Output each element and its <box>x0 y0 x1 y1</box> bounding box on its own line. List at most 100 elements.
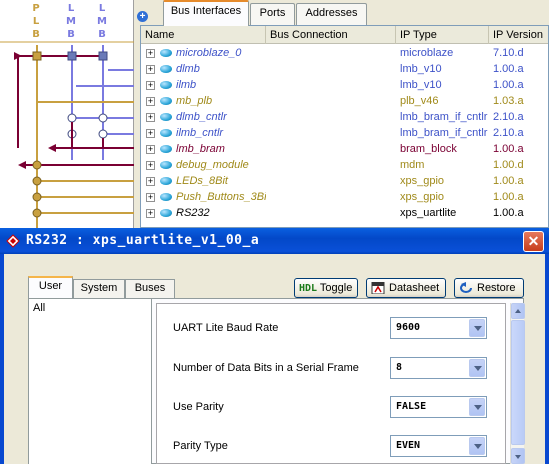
cell-ip-version: 7.10.d <box>493 47 524 59</box>
cell-ip-version: 1.03.a <box>493 95 524 107</box>
group-item-all[interactable]: All <box>33 302 45 314</box>
hdl-toggle-button[interactable]: HDL Toggle <box>294 278 358 298</box>
table-row[interactable]: + ilmb lmb_v10 1.00.a <box>141 77 548 93</box>
tab-system[interactable]: System <box>73 279 125 298</box>
cell-ip-version: 1.00.a <box>493 79 524 91</box>
expand-icon[interactable]: + <box>146 65 155 74</box>
table-row[interactable]: + mb_plb plb_v46 1.03.a <box>141 93 548 109</box>
parity-type-select[interactable]: EVEN <box>390 435 487 457</box>
cell-ip-version: 1.00.a <box>493 175 524 187</box>
param-label: Use Parity <box>173 401 224 413</box>
ip-core-icon <box>160 161 172 169</box>
combo-value: FALSE <box>396 401 427 412</box>
datasheet-button[interactable]: Datasheet <box>366 278 446 298</box>
ip-core-icon <box>160 65 172 73</box>
tab-bus-interfaces[interactable]: Bus Interfaces <box>163 0 249 26</box>
expand-icon[interactable]: + <box>146 129 155 138</box>
scroll-down-button[interactable] <box>511 448 525 464</box>
cell-ip-type: lmb_bram_if_cntlr <box>400 111 488 123</box>
expand-icon[interactable]: + <box>146 209 155 218</box>
cell-ip-type: xps_uartlite <box>400 207 457 219</box>
bus-connection-graphic <box>0 41 134 228</box>
table-row[interactable]: + Push_Buttons_3Bit xps_gpio 1.00.a <box>141 189 548 205</box>
cell-name: lmb_bram <box>176 143 225 155</box>
ip-core-icon <box>160 193 172 201</box>
expand-icon[interactable]: + <box>146 49 155 58</box>
tab-ports[interactable]: Ports <box>250 3 295 25</box>
table-header: Name Bus Connection IP Type IP Version <box>141 26 548 44</box>
dialog-title: RS232 : xps_uartlite_v1_00_a <box>26 233 260 248</box>
top-tab-strip: Bus Interfaces Ports Addresses <box>137 0 549 26</box>
tab-addresses[interactable]: Addresses <box>296 3 367 25</box>
cell-name: Push_Buttons_3Bit <box>176 191 266 203</box>
dialog-frame-left <box>0 254 4 464</box>
param-row-use-parity: Use Parity FALSE <box>157 393 497 423</box>
close-button[interactable]: ✕ <box>523 231 544 252</box>
cell-ip-version: 2.10.a <box>493 111 524 123</box>
expand-icon[interactable]: + <box>146 193 155 202</box>
chevron-down-icon[interactable] <box>469 398 485 416</box>
cell-ip-type: bram_block <box>400 143 457 155</box>
cell-name: microblaze_0 <box>176 47 242 59</box>
ip-core-icon <box>160 49 172 57</box>
cell-ip-type: xps_gpio <box>400 191 445 203</box>
expand-icon[interactable]: + <box>146 97 155 106</box>
expand-icon[interactable]: + <box>146 161 155 170</box>
param-label: Parity Type <box>173 440 228 452</box>
ip-core-icon <box>160 97 172 105</box>
expand-icon[interactable]: + <box>146 113 155 122</box>
param-label: Number of Data Bits in a Serial Frame <box>173 362 359 374</box>
expand-icon[interactable]: + <box>146 145 155 154</box>
ip-core-icon <box>160 113 172 121</box>
app-icon <box>6 234 20 248</box>
param-row-data-bits: Number of Data Bits in a Serial Frame 8 <box>157 354 497 384</box>
table-row[interactable]: + ilmb_cntlr lmb_bram_if_cntlr 2.10.a <box>141 125 548 141</box>
table-row[interactable]: + microblaze_0 microblaze 7.10.d <box>141 45 548 61</box>
column-header-name[interactable]: Name <box>141 26 266 44</box>
ip-core-icon <box>160 177 172 185</box>
chevron-down-icon[interactable] <box>469 437 485 455</box>
user-tab-panel: All UART Lite Baud Rate 9600 Number of D… <box>28 298 525 464</box>
dialog-titlebar[interactable]: RS232 : xps_uartlite_v1_00_a ✕ <box>0 228 549 254</box>
expand-icon[interactable]: + <box>146 177 155 186</box>
cell-name: dlmb <box>176 63 200 75</box>
cell-name: dlmb_cntlr <box>176 111 227 123</box>
baud-rate-select[interactable]: 9600 <box>390 317 487 339</box>
vertical-scrollbar[interactable] <box>510 303 525 464</box>
table-row[interactable]: + LEDs_8Bit xps_gpio 1.00.a <box>141 173 548 189</box>
chevron-down-icon[interactable] <box>469 319 485 337</box>
ip-config-dialog: RS232 : xps_uartlite_v1_00_a ✕ User Syst… <box>0 228 549 464</box>
table-row[interactable]: + debug_module mdm 1.00.d <box>141 157 548 173</box>
tab-user[interactable]: User <box>28 276 73 298</box>
cell-ip-version: 1.00.a <box>493 143 524 155</box>
cell-ip-type: xps_gpio <box>400 175 445 187</box>
table-row[interactable]: + RS232 xps_uartlite 1.00.a <box>141 205 548 221</box>
table-row[interactable]: + lmb_bram bram_block 1.00.a <box>141 141 548 157</box>
chevron-down-icon[interactable] <box>469 359 485 377</box>
scroll-up-button[interactable] <box>511 303 525 319</box>
cell-ip-version: 1.00.a <box>493 207 524 219</box>
cell-ip-type: mdm <box>400 159 425 171</box>
column-header-ip-type[interactable]: IP Type <box>396 26 489 44</box>
table-row[interactable]: + dlmb lmb_v10 1.00.a <box>141 61 548 77</box>
cell-name: LEDs_8Bit <box>176 175 228 187</box>
expand-icon[interactable]: + <box>146 81 155 90</box>
dialog-frame-right <box>545 254 549 464</box>
combo-value: EVEN <box>396 440 421 451</box>
column-header-bus-connection[interactable]: Bus Connection <box>266 26 396 44</box>
tab-buses[interactable]: Buses <box>125 279 175 298</box>
table-row[interactable]: + dlmb_cntlr lmb_bram_if_cntlr 2.10.a <box>141 109 548 125</box>
data-bits-select[interactable]: 8 <box>390 357 487 379</box>
parameter-group-list: All <box>29 299 152 464</box>
scroll-thumb[interactable] <box>511 320 525 445</box>
ip-core-icon <box>160 145 172 153</box>
cell-name: RS232 <box>176 207 210 219</box>
add-icon[interactable]: + <box>137 11 148 22</box>
cell-ip-type: lmb_v10 <box>400 63 442 75</box>
cell-ip-type: lmb_bram_if_cntlr <box>400 127 488 139</box>
param-label: UART Lite Baud Rate <box>173 322 279 334</box>
restore-arrow-icon <box>460 282 472 293</box>
restore-button[interactable]: Restore <box>454 278 524 298</box>
column-header-ip-version[interactable]: IP Version <box>489 26 548 44</box>
use-parity-select[interactable]: FALSE <box>390 396 487 418</box>
